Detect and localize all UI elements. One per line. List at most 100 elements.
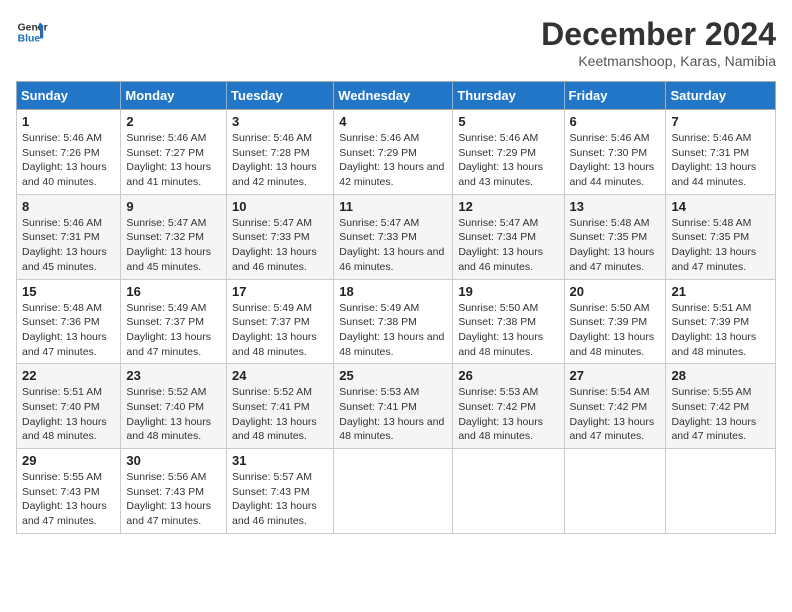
day-info: Sunrise: 5:49 AMSunset: 7:37 PMDaylight:… [126,301,221,360]
calendar-week-4: 22Sunrise: 5:51 AMSunset: 7:40 PMDayligh… [17,364,776,449]
weekday-header-sunday: Sunday [17,82,121,110]
title-block: December 2024 Keetmanshoop, Karas, Namib… [541,16,776,69]
calendar-cell: 2Sunrise: 5:46 AMSunset: 7:27 PMDaylight… [121,110,227,195]
day-info: Sunrise: 5:53 AMSunset: 7:42 PMDaylight:… [458,385,558,444]
day-number: 20 [570,284,661,299]
day-info: Sunrise: 5:55 AMSunset: 7:42 PMDaylight:… [671,385,770,444]
location: Keetmanshoop, Karas, Namibia [541,53,776,69]
day-number: 2 [126,114,221,129]
day-info: Sunrise: 5:53 AMSunset: 7:41 PMDaylight:… [339,385,447,444]
calendar-cell: 12Sunrise: 5:47 AMSunset: 7:34 PMDayligh… [453,194,564,279]
day-info: Sunrise: 5:48 AMSunset: 7:35 PMDaylight:… [671,216,770,275]
day-info: Sunrise: 5:49 AMSunset: 7:38 PMDaylight:… [339,301,447,360]
calendar-cell: 7 Sunrise: 5:46 AMSunset: 7:31 PMDaylight… [666,110,776,195]
day-info: Sunrise: 5:52 AMSunset: 7:41 PMDaylight:… [232,385,328,444]
day-number: 13 [570,199,661,214]
day-number: 9 [126,199,221,214]
day-number: 26 [458,368,558,383]
calendar-cell: 20 Sunrise: 5:50 AMSunset: 7:39 PMDayligh… [564,279,666,364]
day-number: 19 [458,284,558,299]
calendar-cell: 5Sunrise: 5:46 AMSunset: 7:29 PMDaylight… [453,110,564,195]
weekday-header-friday: Friday [564,82,666,110]
calendar-cell: 8 Sunrise: 5:46 AMSunset: 7:31 PMDaylight… [17,194,121,279]
calendar-cell: 31 Sunrise: 5:57 AMSunset: 7:43 PMDayligh… [227,449,334,534]
calendar-cell: 10 Sunrise: 5:47 AMSunset: 7:33 PMDayligh… [227,194,334,279]
day-number: 23 [126,368,221,383]
calendar-cell: 22Sunrise: 5:51 AMSunset: 7:40 PMDayligh… [17,364,121,449]
day-info: Sunrise: 5:50 AMSunset: 7:38 PMDaylight:… [458,301,558,360]
calendar-cell: 21Sunrise: 5:51 AMSunset: 7:39 PMDayligh… [666,279,776,364]
day-number: 3 [232,114,328,129]
day-info: Sunrise: 5:47 AMSunset: 7:33 PMDaylight:… [232,216,328,275]
day-number: 7 [671,114,770,129]
day-info: Sunrise: 5:46 AMSunset: 7:29 PMDaylight:… [339,131,447,190]
calendar-cell: 1 Sunrise: 5:46 AMSunset: 7:26 PMDaylight… [17,110,121,195]
day-number: 11 [339,199,447,214]
day-number: 24 [232,368,328,383]
calendar-cell: 18 Sunrise: 5:49 AMSunset: 7:38 PMDayligh… [334,279,453,364]
day-number: 4 [339,114,447,129]
day-info: Sunrise: 5:46 AMSunset: 7:31 PMDaylight:… [671,131,770,190]
calendar-cell: 19 Sunrise: 5:50 AMSunset: 7:38 PMDayligh… [453,279,564,364]
logo: General Blue [16,16,48,48]
page-header: General Blue December 2024 Keetmanshoop,… [16,16,776,69]
day-number: 21 [671,284,770,299]
day-info: Sunrise: 5:49 AMSunset: 7:37 PMDaylight:… [232,301,328,360]
calendar-week-2: 8 Sunrise: 5:46 AMSunset: 7:31 PMDaylight… [17,194,776,279]
day-number: 8 [22,199,115,214]
weekday-header-tuesday: Tuesday [227,82,334,110]
day-number: 30 [126,453,221,468]
weekday-header-wednesday: Wednesday [334,82,453,110]
day-info: Sunrise: 5:46 AMSunset: 7:31 PMDaylight:… [22,216,115,275]
calendar-cell: 26 Sunrise: 5:53 AMSunset: 7:42 PMDayligh… [453,364,564,449]
calendar-cell: 3 Sunrise: 5:46 AMSunset: 7:28 PMDaylight… [227,110,334,195]
calendar-cell: 30 Sunrise: 5:56 AMSunset: 7:43 PMDayligh… [121,449,227,534]
svg-text:General: General [18,22,48,33]
day-number: 31 [232,453,328,468]
day-info: Sunrise: 5:52 AMSunset: 7:40 PMDaylight:… [126,385,221,444]
day-number: 29 [22,453,115,468]
calendar-cell: 13Sunrise: 5:48 AMSunset: 7:35 PMDayligh… [564,194,666,279]
day-number: 1 [22,114,115,129]
day-number: 5 [458,114,558,129]
svg-text:Blue: Blue [18,34,41,45]
day-number: 25 [339,368,447,383]
day-number: 28 [671,368,770,383]
calendar-cell [334,449,453,534]
calendar-week-5: 29Sunrise: 5:55 AMSunset: 7:43 PMDayligh… [17,449,776,534]
calendar-cell: 27 Sunrise: 5:54 AMSunset: 7:42 PMDayligh… [564,364,666,449]
calendar-cell: 11Sunrise: 5:47 AMSunset: 7:33 PMDayligh… [334,194,453,279]
day-number: 15 [22,284,115,299]
logo-icon: General Blue [16,16,48,48]
calendar-cell: 4 Sunrise: 5:46 AMSunset: 7:29 PMDaylight… [334,110,453,195]
calendar-cell: 17Sunrise: 5:49 AMSunset: 7:37 PMDayligh… [227,279,334,364]
calendar-cell: 16 Sunrise: 5:49 AMSunset: 7:37 PMDayligh… [121,279,227,364]
day-info: Sunrise: 5:56 AMSunset: 7:43 PMDaylight:… [126,470,221,529]
day-info: Sunrise: 5:46 AMSunset: 7:30 PMDaylight:… [570,131,661,190]
calendar-cell: 6Sunrise: 5:46 AMSunset: 7:30 PMDaylight… [564,110,666,195]
day-number: 27 [570,368,661,383]
calendar-cell: 25 Sunrise: 5:53 AMSunset: 7:41 PMDayligh… [334,364,453,449]
day-info: Sunrise: 5:48 AMSunset: 7:36 PMDaylight:… [22,301,115,360]
day-info: Sunrise: 5:50 AMSunset: 7:39 PMDaylight:… [570,301,661,360]
calendar-cell [564,449,666,534]
day-info: Sunrise: 5:46 AMSunset: 7:26 PMDaylight:… [22,131,115,190]
day-info: Sunrise: 5:47 AMSunset: 7:32 PMDaylight:… [126,216,221,275]
day-number: 18 [339,284,447,299]
calendar-cell: 24 Sunrise: 5:52 AMSunset: 7:41 PMDayligh… [227,364,334,449]
weekday-header-saturday: Saturday [666,82,776,110]
day-info: Sunrise: 5:54 AMSunset: 7:42 PMDaylight:… [570,385,661,444]
calendar-cell: 9 Sunrise: 5:47 AMSunset: 7:32 PMDaylight… [121,194,227,279]
calendar-table: SundayMondayTuesdayWednesdayThursdayFrid… [16,81,776,534]
day-info: Sunrise: 5:51 AMSunset: 7:40 PMDaylight:… [22,385,115,444]
day-number: 16 [126,284,221,299]
day-number: 10 [232,199,328,214]
calendar-week-3: 15 Sunrise: 5:48 AMSunset: 7:36 PMDayligh… [17,279,776,364]
day-info: Sunrise: 5:57 AMSunset: 7:43 PMDaylight:… [232,470,328,529]
day-info: Sunrise: 5:47 AMSunset: 7:34 PMDaylight:… [458,216,558,275]
calendar-week-1: 1 Sunrise: 5:46 AMSunset: 7:26 PMDaylight… [17,110,776,195]
day-number: 14 [671,199,770,214]
calendar-cell: 23 Sunrise: 5:52 AMSunset: 7:40 PMDayligh… [121,364,227,449]
month-title: December 2024 [541,16,776,53]
day-info: Sunrise: 5:46 AMSunset: 7:28 PMDaylight:… [232,131,328,190]
